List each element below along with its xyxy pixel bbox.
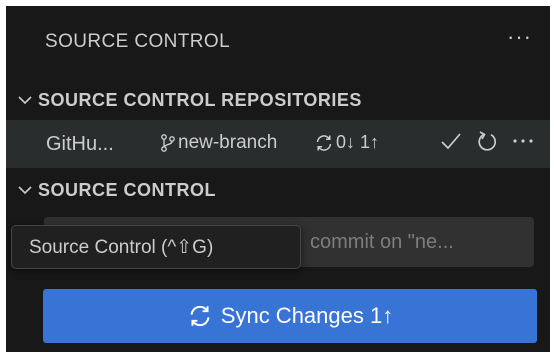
sync-status[interactable]: 0↓ 1↑ <box>314 132 379 153</box>
more-icon[interactable] <box>512 130 534 152</box>
chevron-down-icon <box>12 185 38 195</box>
panel-header: SOURCE CONTROL ··· <box>6 6 550 70</box>
refresh-icon[interactable] <box>476 130 498 152</box>
branch-icon <box>160 133 176 153</box>
sync-icon <box>187 303 213 329</box>
repositories-section-header[interactable]: SOURCE CONTROL REPOSITORIES <box>6 84 550 116</box>
branch-indicator[interactable]: new-branch <box>160 132 303 154</box>
repository-name: GitHu... <box>46 132 114 155</box>
panel-title: SOURCE CONTROL <box>45 31 231 52</box>
commit-message-placeholder: commit on "ne... <box>310 231 454 253</box>
repository-actions <box>440 130 534 152</box>
sync-changes-button[interactable]: Sync Changes 1↑ <box>43 289 537 343</box>
repository-row[interactable]: GitHu... new-branch 0↓ 1↑ <box>6 120 550 168</box>
commit-check-icon[interactable] <box>440 130 462 152</box>
tooltip-text: Source Control (^⇧G) <box>29 236 214 258</box>
sync-counts: 0↓ 1↑ <box>336 132 380 152</box>
sync-icon <box>314 133 334 153</box>
branch-name: new-branch <box>178 132 278 153</box>
source-control-section-label: SOURCE CONTROL <box>38 179 216 200</box>
source-control-panel: SOURCE CONTROL ··· SOURCE CONTROL REPOSI… <box>6 6 550 352</box>
chevron-down-icon <box>12 95 38 105</box>
repositories-section-label: SOURCE CONTROL REPOSITORIES <box>38 89 362 110</box>
sync-button-label: Sync Changes 1↑ <box>220 303 394 328</box>
more-actions-icon[interactable]: ··· <box>507 24 532 50</box>
source-control-section-header[interactable]: SOURCE CONTROL <box>6 174 550 206</box>
source-control-tooltip: Source Control (^⇧G) <box>11 225 301 269</box>
